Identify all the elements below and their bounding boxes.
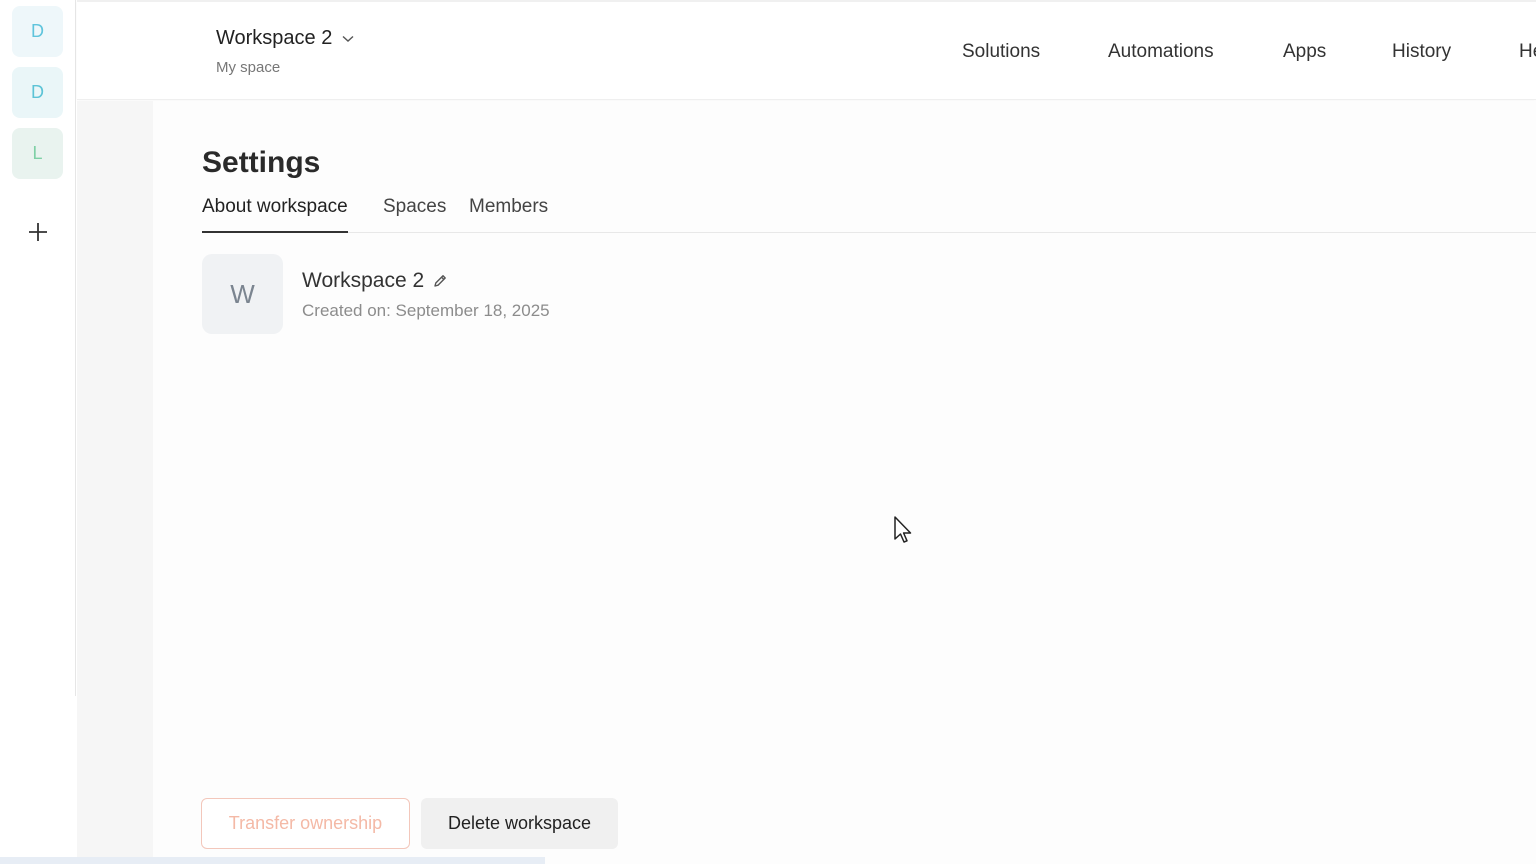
delete-workspace-button[interactable]: Delete workspace xyxy=(421,798,618,849)
transfer-ownership-button[interactable]: Transfer ownership xyxy=(201,798,410,849)
workspace-switch-button-2[interactable]: D xyxy=(12,67,63,118)
page-title: Settings xyxy=(202,146,321,179)
nav-help[interactable]: He xyxy=(1519,41,1536,63)
content-gutter xyxy=(77,101,153,864)
nav-solutions[interactable]: Solutions xyxy=(962,41,1040,63)
tab-spaces[interactable]: Spaces xyxy=(383,196,446,233)
plus-icon xyxy=(29,223,47,241)
nav-history[interactable]: History xyxy=(1392,41,1451,63)
nav-apps[interactable]: Apps xyxy=(1283,41,1326,63)
mouse-cursor-icon xyxy=(894,516,912,543)
workspace-switch-button-3[interactable]: L xyxy=(12,128,63,179)
pencil-icon xyxy=(434,275,447,287)
workspace-rail: D D L xyxy=(0,0,76,696)
add-workspace-button[interactable] xyxy=(24,218,52,246)
workspace-name: Workspace 2 xyxy=(302,269,448,293)
rail-footer xyxy=(0,696,76,864)
settings-tabs: About workspace Spaces Members xyxy=(202,196,1536,233)
workspace-switch-button-1[interactable]: D xyxy=(12,6,63,57)
workspace-selector-label: Workspace 2 xyxy=(216,27,333,49)
nav-automations[interactable]: Automations xyxy=(1108,41,1214,63)
workspace-created-date: Created on: September 18, 2025 xyxy=(302,301,550,320)
workspace-name-label: Workspace 2 xyxy=(302,269,425,292)
workspace-selector[interactable]: Workspace 2 xyxy=(216,27,354,50)
workspace-avatar: W xyxy=(202,254,283,334)
edit-name-button[interactable] xyxy=(432,273,448,289)
tab-members[interactable]: Members xyxy=(469,196,548,233)
bottom-scroll-indicator xyxy=(0,857,545,864)
chevron-down-icon xyxy=(342,35,354,42)
top-header: Workspace 2 My space Solutions Automatio… xyxy=(77,0,1536,100)
tab-about-workspace[interactable]: About workspace xyxy=(202,196,348,233)
workspace-subtitle: My space xyxy=(216,59,281,76)
